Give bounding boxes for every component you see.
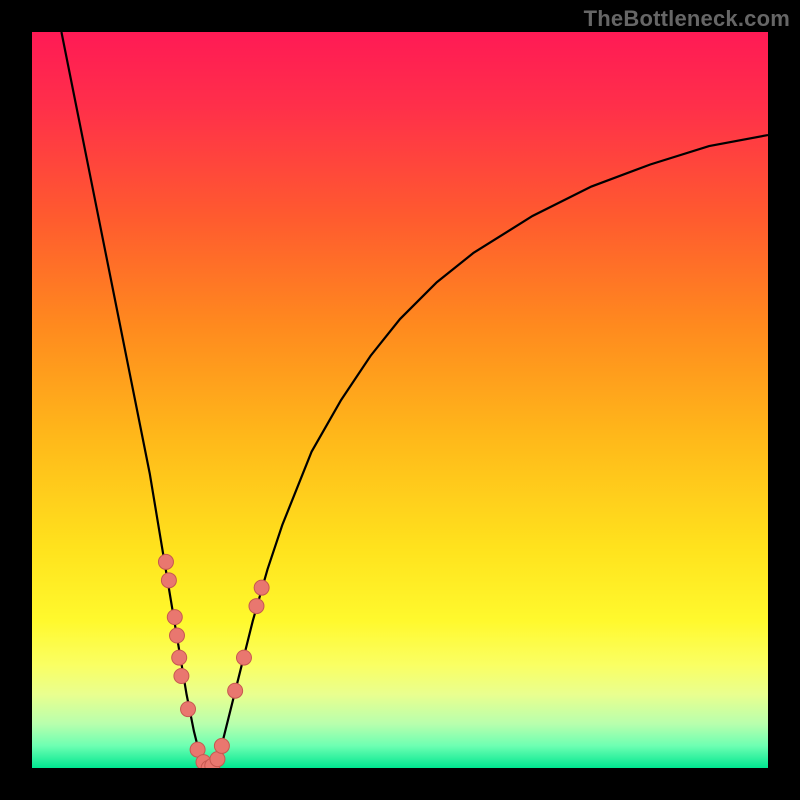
watermark-text: TheBottleneck.com: [584, 6, 790, 32]
plot-area: [32, 32, 768, 768]
data-marker: [214, 738, 229, 753]
data-marker: [181, 702, 196, 717]
data-marker: [167, 610, 182, 625]
data-marker: [254, 580, 269, 595]
data-marker: [172, 650, 187, 665]
data-marker: [174, 669, 189, 684]
data-marker: [249, 599, 264, 614]
data-marker: [236, 650, 251, 665]
data-marker: [169, 628, 184, 643]
gradient-background: [32, 32, 768, 768]
data-marker: [158, 554, 173, 569]
data-marker: [228, 683, 243, 698]
data-marker: [210, 752, 225, 767]
bottleneck-chart: [32, 32, 768, 768]
chart-frame: TheBottleneck.com: [0, 0, 800, 800]
data-marker: [161, 573, 176, 588]
